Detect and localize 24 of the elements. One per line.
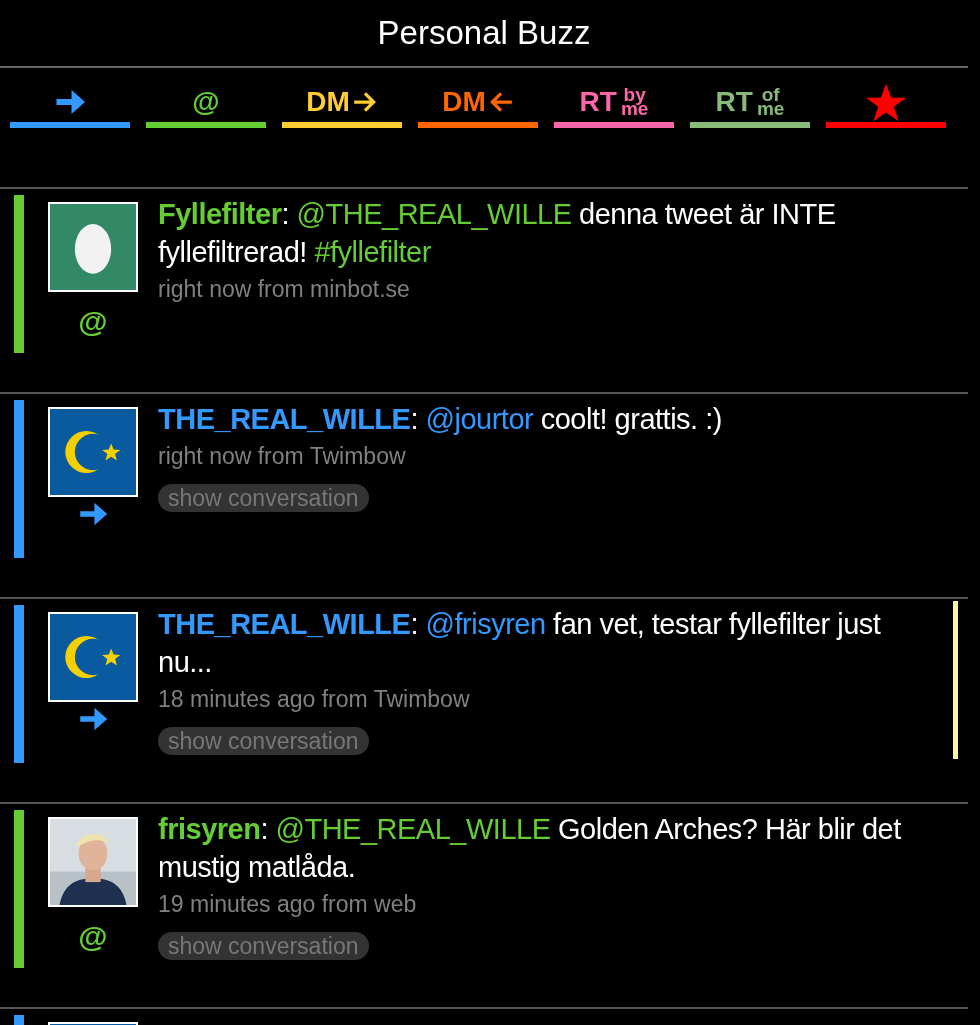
mention-link[interactable]: @frisyren [425, 608, 546, 640]
page-title: Personal Buzz [377, 13, 591, 54]
username-link[interactable]: THE_REAL_WILLE [158, 608, 411, 640]
username-link[interactable]: THE_REAL_WILLE [158, 403, 411, 435]
mention-link[interactable]: @THE_REAL_WILLE [296, 198, 572, 230]
hashtag-link[interactable]: #fyllefilter [314, 236, 431, 268]
filter-tab[interactable]: @ [146, 82, 266, 128]
at-sign-label: @ [78, 304, 108, 340]
tweet-text: THE_REAL_WILLE: @frisyren fan vet, testar fyllefilter just nu... [158, 607, 882, 680]
at-sign-label: @ [78, 919, 108, 955]
mention-link[interactable]: @THE_REAL_WILLE [275, 813, 551, 845]
tweet-meta: 18 minutes ago from Twimbow [158, 685, 471, 714]
filter-tab[interactable]: DM [282, 82, 402, 128]
username-link[interactable]: frisyren [158, 813, 261, 845]
tweet-meta: right now from Twimbow [158, 442, 407, 471]
filter-tab[interactable] [826, 82, 946, 128]
mention-link[interactable]: @jourtor [425, 403, 534, 435]
username-link[interactable]: Fyllefilter [158, 198, 282, 230]
tweet-text: THE_REAL_WILLE: @jourtor coolt! grattis. :) [158, 402, 723, 437]
tweet-meta: right now from minbot.se [158, 275, 411, 304]
tweet-text: frisyren: @THE_REAL_WILLE Golden Arches? Här blir det mustig matlåda. [158, 812, 902, 885]
tweet-meta: 19 minutes ago from web [158, 890, 418, 919]
tweet-text: Fyllefilter: @THE_REAL_WILLE denna tweet är INTE fyllefiltrerad! #fyllefilter [158, 197, 837, 270]
filter-tab[interactable]: DM [418, 82, 538, 128]
